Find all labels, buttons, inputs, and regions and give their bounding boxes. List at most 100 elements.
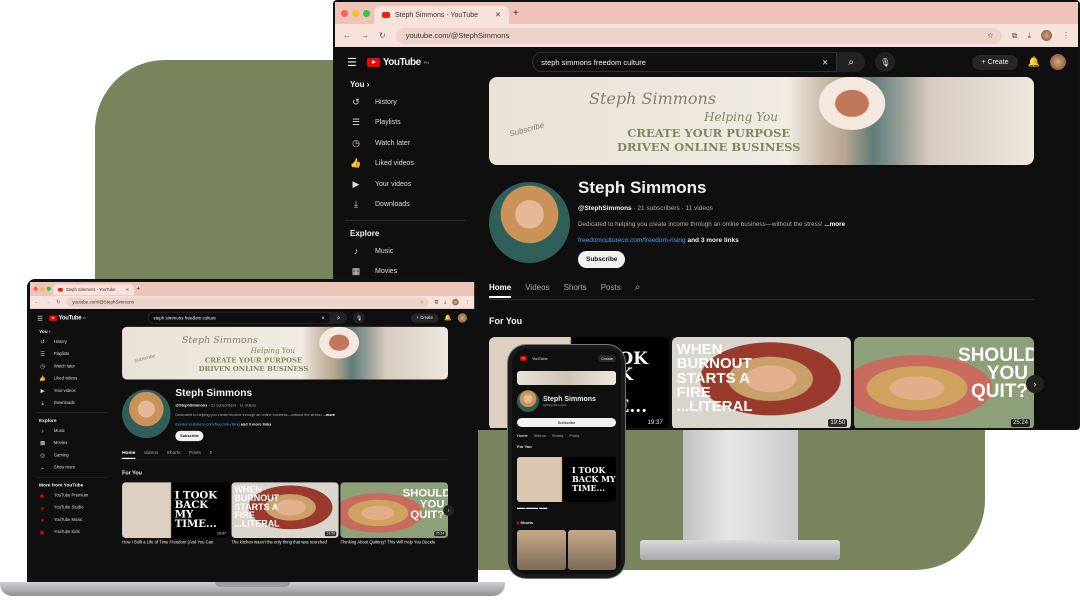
tab-home[interactable]: Home	[489, 283, 512, 298]
sidebar-item-music[interactable]: ♪ Music	[30, 425, 114, 437]
sidebar-item-watch-later[interactable]: ◷ Watch later	[335, 133, 475, 154]
youtube-logo[interactable]: YouTube PH	[49, 315, 86, 321]
maximize-window-button[interactable]	[363, 9, 370, 17]
subscribe-button[interactable]: Subscribe	[517, 418, 616, 427]
sidebar-item-movies[interactable]: ▦ Movies	[30, 437, 114, 449]
video-title[interactable]: Thinking About Quitting? This Will Help …	[341, 540, 448, 544]
sidebar-item-playlists[interactable]: ☰ Playlists	[30, 348, 114, 360]
tab-videos[interactable]: Videos	[534, 433, 546, 438]
sidebar-item-history[interactable]: ↺ History	[335, 92, 475, 113]
menu-icon[interactable]: ☰	[347, 56, 357, 69]
sidebar-item-liked-videos[interactable]: 👍 Liked videos	[30, 373, 114, 385]
minimize-window-button[interactable]	[352, 9, 359, 17]
clear-search-icon[interactable]: ✕	[321, 315, 325, 320]
tab-videos[interactable]: Videos	[144, 450, 159, 455]
sidebar-item-show-more[interactable]: ⌄ Show more	[30, 462, 114, 474]
channel-avatar[interactable]	[122, 389, 171, 439]
more-links[interactable]: and 3 more links	[686, 237, 738, 244]
subscribe-button[interactable]: Subscribe	[175, 430, 204, 442]
url-input[interactable]: youtube.com/@StephSimmons ☆	[66, 297, 429, 307]
menu-icon[interactable]: ☰	[37, 314, 43, 322]
browser-tab[interactable]: Steph Simmons - YouTube ✕	[374, 6, 509, 24]
video-thumbnail[interactable]: SHOULD YOU QUIT? 25:24	[854, 337, 1035, 428]
more-links[interactable]: and 3 more links	[240, 423, 272, 427]
sidebar-you-heading[interactable]: You ›	[335, 77, 475, 92]
search-input[interactable]: steph simmons freedom culture ✕	[532, 52, 838, 72]
shelf-next-button[interactable]: ›	[1026, 375, 1044, 393]
create-button[interactable]: + Create	[411, 313, 439, 323]
subscribe-button[interactable]: Subscribe	[578, 251, 626, 268]
download-icon[interactable]: ⤓	[444, 299, 446, 305]
forward-icon[interactable]: →	[46, 299, 51, 304]
channel-description[interactable]: Dedicated to helping you create income t…	[175, 413, 335, 417]
sidebar-item-your-videos[interactable]: ▶ Your videos	[30, 385, 114, 397]
profile-avatar[interactable]	[452, 298, 459, 306]
channel-search-icon[interactable]: ⌕	[635, 282, 641, 293]
back-icon[interactable]: ←	[35, 299, 40, 304]
sidebar-item-your-videos[interactable]: ▶ Your videos	[335, 174, 475, 195]
reload-icon[interactable]: ↻	[56, 299, 60, 304]
create-button[interactable]: Create	[597, 355, 616, 362]
close-tab-icon[interactable]: ✕	[126, 287, 130, 292]
video-thumbnail[interactable]: SHOULD YOU QUIT? 25:24	[340, 482, 449, 538]
new-tab-button[interactable]: +	[136, 285, 139, 292]
tab-posts[interactable]: Posts	[189, 450, 201, 455]
url-input[interactable]: youtube.com/@StephSimmons ☆	[395, 27, 1002, 44]
download-icon[interactable]: ⤓	[1027, 31, 1031, 41]
sidebar-item-music-app[interactable]: ● YouTube Music	[30, 514, 114, 526]
notifications-bell-icon[interactable]: 🔔	[444, 315, 451, 322]
short-thumbnail[interactable]	[517, 530, 566, 570]
channel-avatar[interactable]	[517, 390, 539, 412]
bookmark-star-icon[interactable]: ☆	[987, 31, 994, 40]
tab-shorts[interactable]: Shorts	[167, 450, 181, 455]
account-avatar[interactable]	[1050, 54, 1066, 70]
create-button[interactable]: + Create	[972, 54, 1018, 70]
tab-home[interactable]: Home	[517, 433, 528, 438]
close-window-button[interactable]	[341, 9, 348, 17]
sidebar-item-history[interactable]: ↺ History	[30, 336, 114, 348]
back-icon[interactable]: ←	[343, 31, 351, 40]
channel-link[interactable]: freedomcultureco.com/freedom-rising	[578, 237, 686, 244]
shelf-next-button[interactable]: ›	[443, 505, 454, 516]
new-tab-button[interactable]: +	[513, 8, 519, 19]
sidebar-item-watch-later[interactable]: ◷ Watch later	[30, 360, 114, 372]
sidebar-item-premium[interactable]: ▶ YouTube Premium	[30, 490, 114, 502]
video-title[interactable]: ▬▬ ▬▬▬ ▬▬	[517, 505, 616, 510]
short-thumbnail[interactable]	[567, 530, 616, 570]
browser-menu-icon[interactable]: ⋮	[465, 299, 470, 304]
clear-search-icon[interactable]: ✕	[822, 58, 828, 67]
voice-search-button[interactable]: 🎙	[875, 52, 896, 72]
search-input[interactable]: steph simmons freedom culture ✕	[147, 311, 331, 324]
account-avatar[interactable]	[457, 313, 468, 323]
voice-search-button[interactable]: 🎙	[353, 311, 366, 324]
forward-icon[interactable]: →	[361, 31, 369, 40]
minimize-window-button[interactable]	[40, 286, 45, 291]
profile-avatar[interactable]	[1041, 30, 1052, 41]
reload-icon[interactable]: ↻	[379, 31, 386, 40]
more-link[interactable]: ...more	[824, 221, 845, 228]
video-thumbnail[interactable]: WHEN BURNOUT STARTS A FIRE ...LITERAL 19…	[671, 337, 852, 428]
browser-menu-icon[interactable]: ⋮	[1062, 31, 1070, 40]
youtube-logo[interactable]: YouTube PH	[366, 57, 429, 68]
tab-videos[interactable]: Videos	[525, 283, 549, 292]
video-thumbnail[interactable]: WHEN BURNOUT STARTS A FIRE ...LITERAL 19…	[231, 482, 339, 538]
channel-description[interactable]: Dedicated to helping you create income t…	[578, 221, 845, 228]
sidebar-item-liked-videos[interactable]: 👍 Liked videos	[335, 154, 475, 175]
video-title[interactable]: The kitchen wasn't the only thing that w…	[231, 540, 338, 544]
extensions-icon[interactable]: ⧉	[435, 299, 438, 305]
bookmark-star-icon[interactable]: ☆	[420, 299, 424, 304]
more-link[interactable]: ...more	[323, 413, 335, 417]
close-tab-icon[interactable]: ✕	[495, 11, 501, 19]
tab-home[interactable]: Home	[122, 450, 136, 460]
video-thumbnail[interactable]: I TOOK BACK MY TIME...	[517, 457, 616, 502]
sidebar-item-music[interactable]: ♪ Music	[335, 241, 475, 262]
maximize-window-button[interactable]	[46, 286, 51, 291]
channel-avatar[interactable]	[489, 182, 570, 263]
close-window-button[interactable]	[33, 286, 38, 291]
channel-link[interactable]: freedomcultureco.com/freedom-rising	[175, 423, 239, 427]
sidebar-item-downloads[interactable]: ⤓ Downloads	[335, 195, 475, 216]
tab-posts[interactable]: Posts	[569, 433, 579, 438]
sidebar-you-heading[interactable]: You ›	[30, 327, 114, 336]
tab-posts[interactable]: Posts	[601, 283, 621, 292]
extensions-icon[interactable]: ⧉	[1012, 31, 1018, 41]
